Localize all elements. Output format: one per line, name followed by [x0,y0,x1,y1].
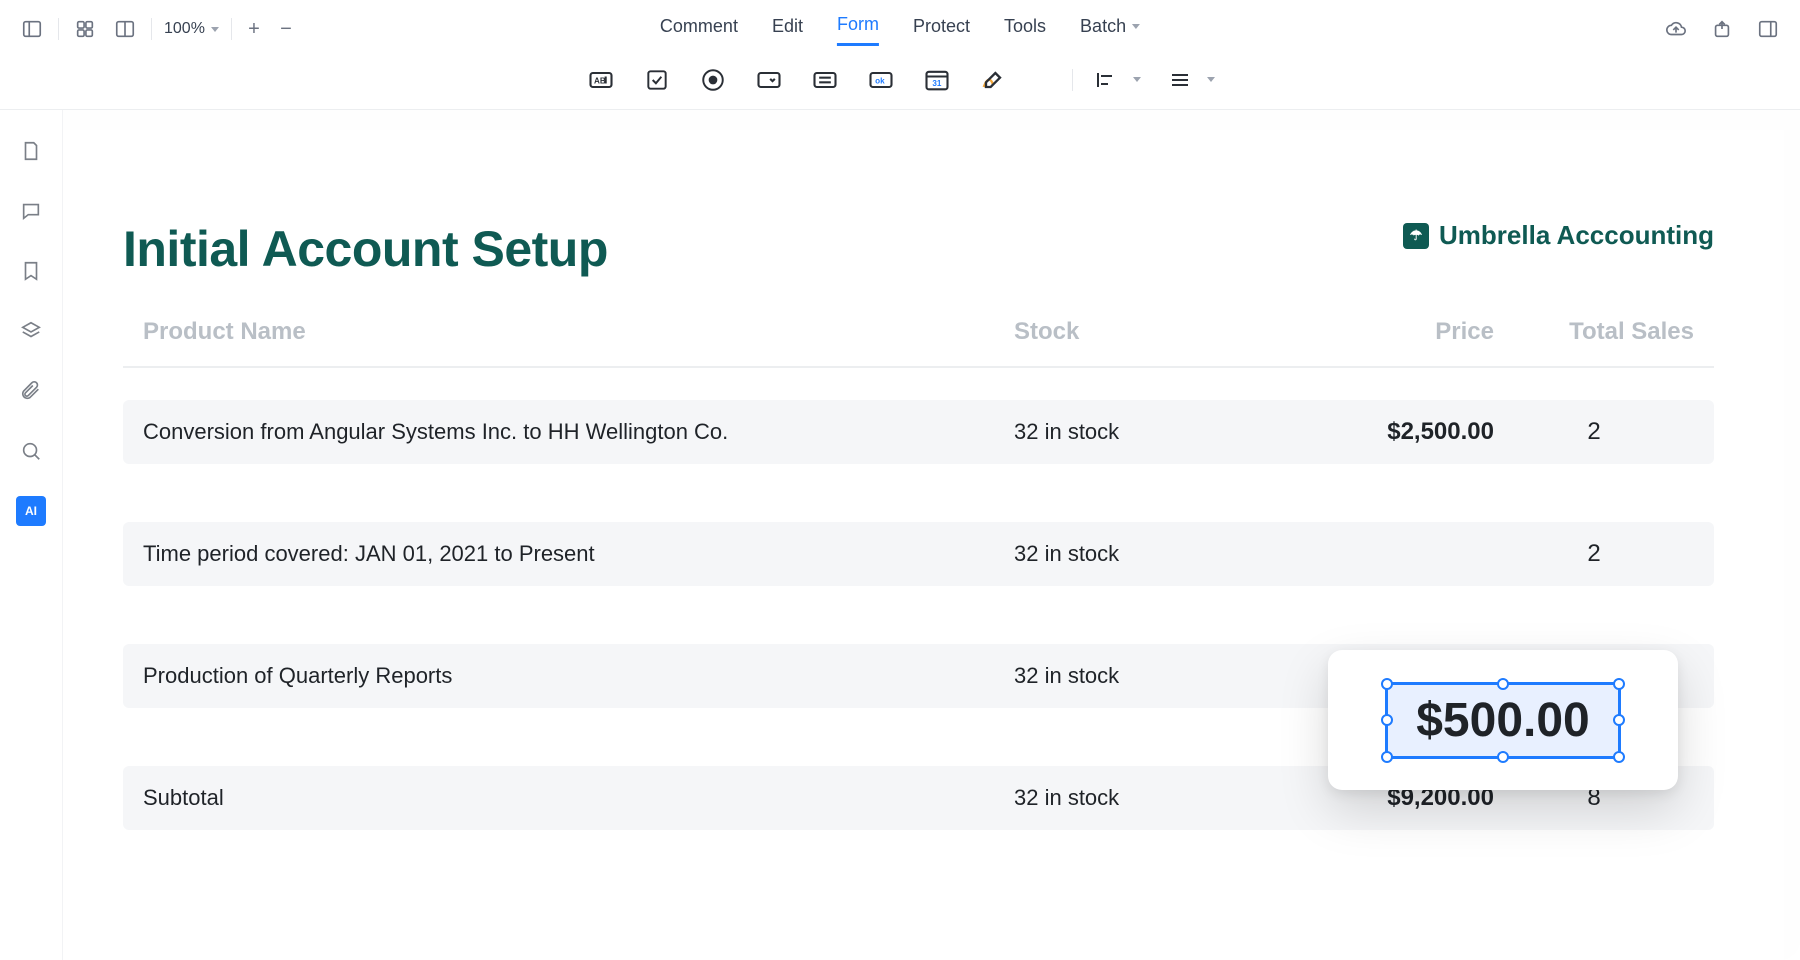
date-tool[interactable]: 31 [922,65,952,95]
cell-price: $2,500.00 [1234,418,1494,446]
table-row: Time period covered: JAN 01, 2021 to Pre… [123,522,1714,586]
brand-logo-icon: ☂ [1403,223,1429,249]
tab-edit[interactable]: Edit [772,16,803,45]
col-total: Total Sales [1494,318,1694,346]
signature-tool[interactable] [978,65,1008,95]
button-tool[interactable]: ok [866,65,896,95]
chevron-down-icon[interactable] [1133,77,1141,82]
divider [151,18,152,40]
svg-text:ok: ok [875,76,885,85]
left-sidebar: AI [0,110,62,960]
panel-left-icon[interactable] [18,15,46,43]
resize-handle[interactable] [1381,678,1393,690]
cell-name: Time period covered: JAN 01, 2021 to Pre… [143,541,1014,567]
selected-field-overlay[interactable]: $500.00 [1328,650,1678,790]
brand-name: Umbrella Acccounting [1439,220,1714,251]
tab-protect[interactable]: Protect [913,16,970,45]
comment-icon[interactable] [16,196,46,226]
svg-text:31: 31 [932,78,942,87]
distribute-tool[interactable] [1165,65,1195,95]
resize-handle[interactable] [1381,714,1393,726]
cell-count: 2 [1494,540,1694,568]
radio-tool[interactable] [698,65,728,95]
share-icon[interactable] [1708,15,1736,43]
brand: ☂ Umbrella Acccounting [1403,220,1714,251]
document-canvas[interactable]: Initial Account Setup ☂ Umbrella Acccoun… [62,110,1800,960]
cell-stock: 32 in stock [1014,663,1234,689]
cell-name: Subtotal [143,785,1014,811]
zoom-out-button[interactable]: − [276,18,296,41]
chevron-down-icon [1132,24,1140,29]
table-row: Conversion from Angular Systems Inc. to … [123,400,1714,464]
body: AI Initial Account Setup ☂ Umbrella Accc… [0,110,1800,960]
chevron-down-icon[interactable] [1207,77,1215,82]
checkbox-tool[interactable] [642,65,672,95]
list-tool[interactable] [810,65,840,95]
zoom-in-button[interactable]: + [244,18,264,41]
divider [1072,69,1073,91]
document-page: Initial Account Setup ☂ Umbrella Acccoun… [63,130,1784,960]
attachment-icon[interactable] [16,376,46,406]
two-page-icon[interactable] [111,15,139,43]
cell-name: Production of Quarterly Reports [143,663,1014,689]
tab-batch[interactable]: Batch [1080,16,1140,45]
zoom-level[interactable]: 100% [164,20,219,38]
cell-name: Conversion from Angular Systems Inc. to … [143,419,1014,445]
selected-text-field[interactable]: $500.00 [1385,682,1621,759]
ai-icon[interactable]: AI [16,496,46,526]
resize-handle[interactable] [1613,751,1625,763]
chevron-down-icon [211,27,219,32]
tab-form[interactable]: Form [837,14,879,46]
cell-stock: 32 in stock [1014,419,1234,445]
bookmark-icon[interactable] [16,256,46,286]
panel-right-icon[interactable] [1754,15,1782,43]
tab-comment[interactable]: Comment [660,16,738,45]
cloud-upload-icon[interactable] [1662,15,1690,43]
topbar: 100% + − Comment Edit Form Protect Tools… [0,0,1800,50]
text-field-tool[interactable]: AB [586,65,616,95]
col-price: Price [1234,318,1494,346]
divider [58,18,59,40]
grid-icon[interactable] [71,15,99,43]
selected-field-value: $500.00 [1416,694,1590,747]
search-icon[interactable] [16,436,46,466]
cell-count: 2 [1494,418,1694,446]
tab-tools[interactable]: Tools [1004,16,1046,45]
page-icon[interactable] [16,136,46,166]
col-product-name: Product Name [143,318,1014,346]
resize-handle[interactable] [1613,678,1625,690]
divider [231,18,232,40]
menu-tabs: Comment Edit Form Protect Tools Batch [660,14,1140,46]
align-left-tool[interactable] [1091,65,1121,95]
resize-handle[interactable] [1497,751,1509,763]
table-header: Product Name Stock Price Total Sales [123,318,1714,368]
svg-text:AB: AB [594,76,606,85]
layers-icon[interactable] [16,316,46,346]
col-stock: Stock [1014,318,1234,346]
dropdown-tool[interactable] [754,65,784,95]
app-window: 100% + − Comment Edit Form Protect Tools… [0,0,1800,960]
document-title: Initial Account Setup [123,220,608,278]
resize-handle[interactable] [1613,714,1625,726]
form-toolbar: AB ok 31 [0,50,1800,110]
cell-stock: 32 in stock [1014,785,1234,811]
resize-handle[interactable] [1381,751,1393,763]
cell-stock: 32 in stock [1014,541,1234,567]
resize-handle[interactable] [1497,678,1509,690]
